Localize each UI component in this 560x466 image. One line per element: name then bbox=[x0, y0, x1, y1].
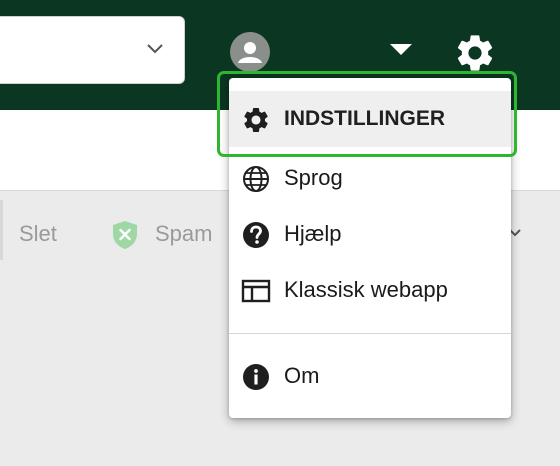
user-avatar-icon[interactable] bbox=[230, 32, 270, 72]
menu-item-label: Sprog bbox=[284, 165, 343, 190]
menu-item-about[interactable]: Om bbox=[229, 348, 511, 404]
menu-divider bbox=[229, 333, 511, 334]
toolbar-divider bbox=[0, 200, 3, 260]
caret-down-icon[interactable] bbox=[390, 44, 412, 55]
search-select[interactable] bbox=[0, 16, 185, 84]
classic-layout-icon bbox=[241, 279, 271, 303]
settings-highlight-frame bbox=[217, 71, 517, 157]
chevron-down-icon[interactable] bbox=[146, 43, 164, 55]
menu-item-label: Hjælp bbox=[284, 221, 342, 246]
help-icon bbox=[243, 222, 269, 248]
menu-item-label: Klassisk webapp bbox=[284, 277, 448, 302]
globe-icon bbox=[243, 166, 269, 192]
info-icon bbox=[243, 364, 269, 390]
menu-item-language[interactable]: Sprog bbox=[229, 150, 511, 206]
spam-button[interactable]: Spam bbox=[155, 221, 212, 247]
menu-item-help[interactable]: Hjælp bbox=[229, 206, 511, 262]
menu-item-label: Om bbox=[284, 363, 320, 388]
gear-icon[interactable] bbox=[453, 31, 497, 75]
shield-icon bbox=[113, 221, 137, 249]
delete-button[interactable]: Slet bbox=[19, 221, 57, 247]
menu-item-classic-webapp[interactable]: Klassisk webapp bbox=[229, 262, 511, 318]
